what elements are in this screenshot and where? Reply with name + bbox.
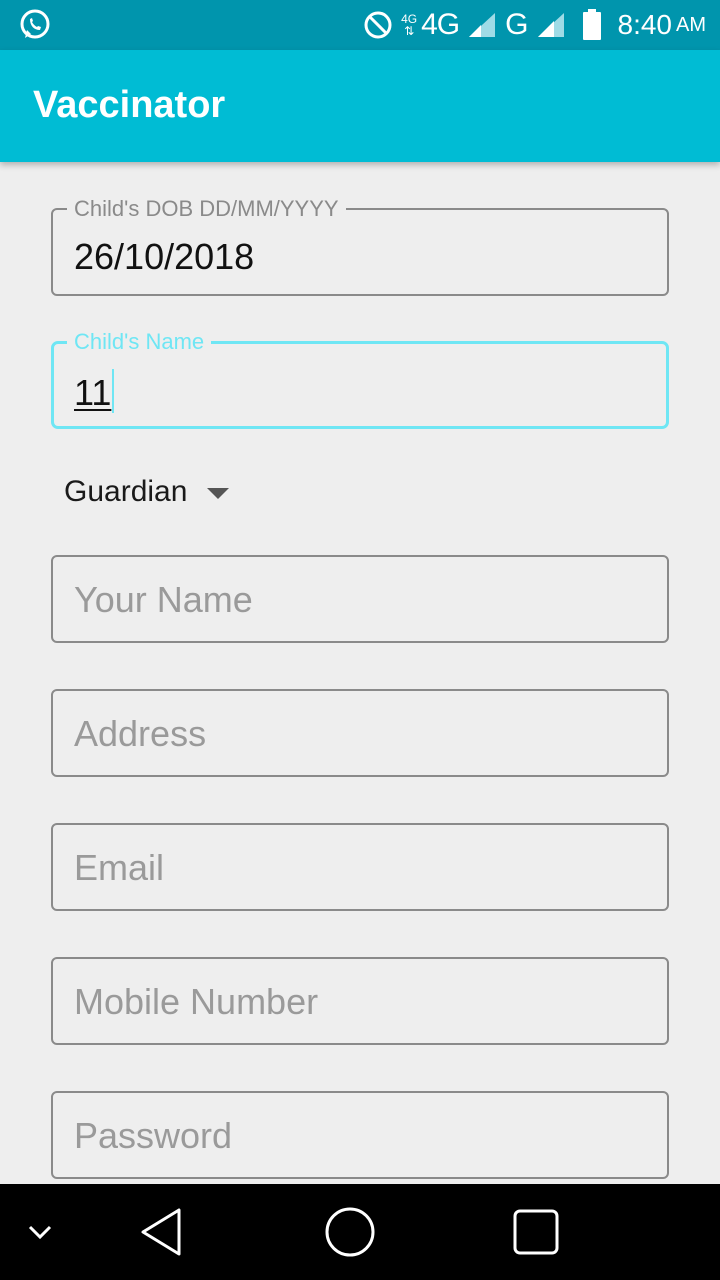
do-not-disturb-icon [363,10,393,40]
clock-ampm: AM [676,13,706,36]
clock-time: 8:40 [617,9,673,40]
child-name-field[interactable]: Child's Name 11 [51,329,669,429]
address-field[interactable]: Address [51,689,669,777]
recents-icon [513,1209,559,1255]
small-network-indicator: 4G ⇅ [401,13,417,37]
whatsapp-icon [18,8,52,42]
network-type-primary: 4G [421,8,460,41]
password-placeholder: Password [74,1115,233,1156]
recents-button[interactable] [506,1184,566,1280]
home-icon [325,1207,375,1257]
email-placeholder: Email [74,847,165,888]
data-arrows-icon: ⇅ [404,24,415,38]
app-bar: Vaccinator [0,50,720,162]
dob-value: 26/10/2018 [74,236,255,277]
email-field[interactable]: Email [51,823,669,911]
back-button[interactable] [130,1184,190,1280]
your-name-placeholder: Your Name [74,579,253,620]
signal-icon [467,11,497,39]
hide-keyboard-icon [28,1225,52,1240]
dob-label: Child's DOB DD/MM/YYYY [67,196,346,222]
text-cursor [112,369,115,413]
child-name-value: 11 [74,372,112,413]
dob-field[interactable]: Child's DOB DD/MM/YYYY 26/10/2018 [51,196,669,296]
dropdown-arrow-icon [207,487,230,499]
back-icon [141,1208,181,1256]
address-placeholder: Address [74,713,207,754]
guardian-dropdown-value: Guardian [64,475,188,508]
status-icons: 4G ⇅ 4G G 8:40 AM [363,0,706,50]
mobile-number-placeholder: Mobile Number [74,981,319,1022]
home-button[interactable] [320,1184,380,1280]
network-type-secondary: G [505,8,528,41]
mobile-number-field[interactable]: Mobile Number [51,957,669,1045]
battery-icon [582,9,602,41]
your-name-field[interactable]: Your Name [51,555,669,643]
signal-icon-2 [536,11,566,39]
password-field[interactable]: Password [51,1091,669,1179]
registration-form: Child's DOB DD/MM/YYYY 26/10/2018 Child'… [0,162,720,1184]
app-title: Vaccinator [33,84,226,126]
system-nav-bar [0,1184,720,1280]
hide-keyboard-button[interactable] [20,1184,60,1280]
guardian-dropdown[interactable]: Guardian [64,470,230,514]
child-name-value-wrap: 11 [74,369,115,414]
child-name-label: Child's Name [67,329,212,355]
status-bar: 4G ⇅ 4G G 8:40 AM [0,0,720,50]
